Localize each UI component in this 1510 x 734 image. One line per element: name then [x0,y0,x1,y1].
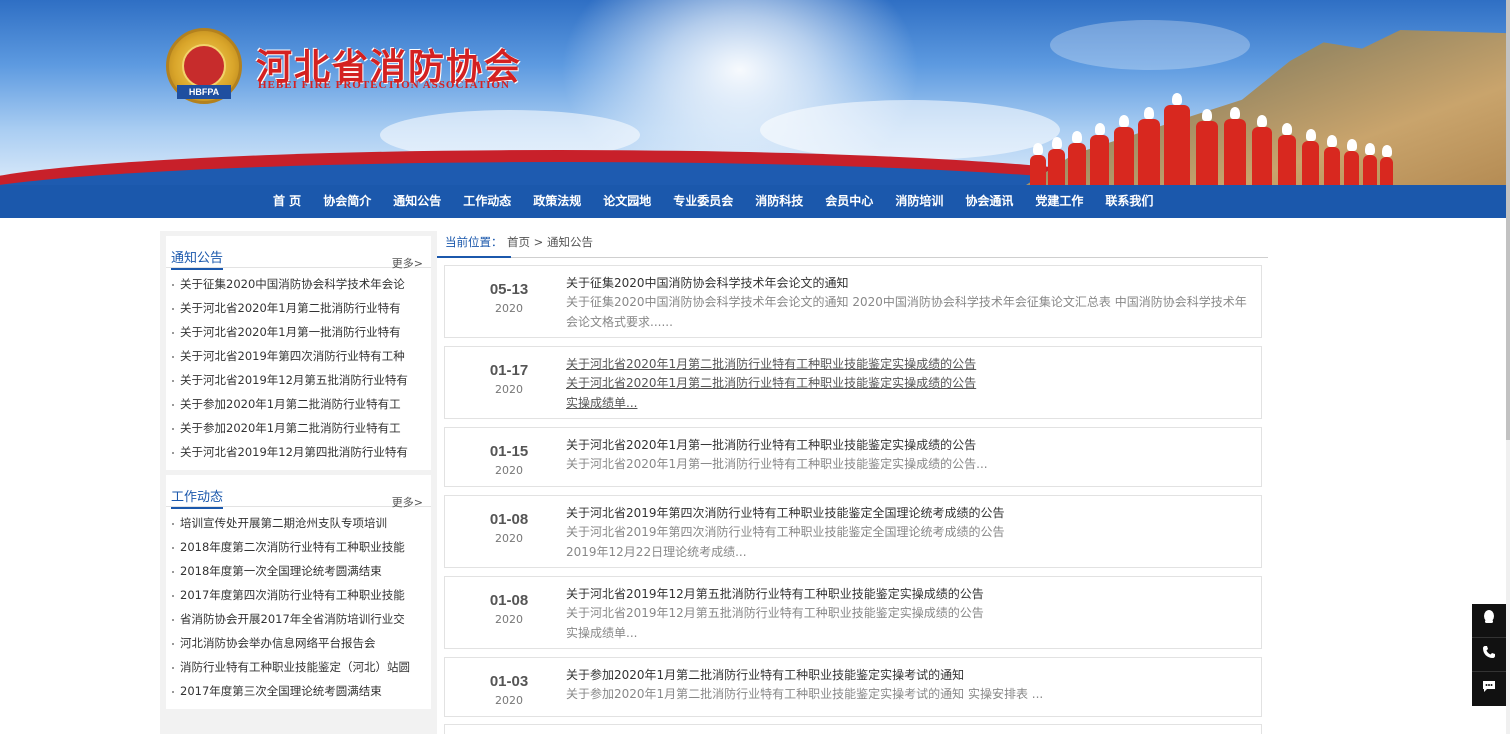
list-item[interactable]: 关于河北省2019年12月第四批消防行业特有 [166,440,431,464]
emblem-ribbon: HBFPA [177,85,231,99]
notice-list-item[interactable]: 01-03 2020 关于参加2020年1月第二批消防行业特有工种职业技能鉴定实… [444,657,1262,717]
sidebar: 通知公告 更多> 关于征集2020中国消防协会科学技术年会论 关于河北省2020… [160,231,437,734]
work-box-header: 工作动态 更多> [166,475,431,510]
nav-item-home[interactable]: 首 页 [262,185,312,218]
qq-icon[interactable] [1472,604,1506,638]
item-title[interactable]: 关于河北省2019年第四次消防行业特有工种职业技能鉴定全国理论统考成绩的公告 [566,504,1016,522]
list-item[interactable]: 2017年度第四次消防行业特有工种职业技能 [166,583,431,607]
notice-list-item[interactable]: 05-13 2020 关于征集2020中国消防协会科学技术年会论文的通知 关于征… [444,265,1262,338]
item-date-md: 01-03 [489,673,529,690]
chat-icon[interactable] [1472,672,1506,706]
cloud [760,100,1060,160]
item-title[interactable]: 关于河北省2019年12月第五批消防行业特有工种职业技能鉴定实操成绩的公告 [566,585,996,603]
item-date-md: 01-17 [489,362,529,379]
breadcrumb-label: 当前位置： [437,232,511,258]
item-date: 01-17 2020 [445,347,573,418]
notice-list-item[interactable]: 01-17 2020 关于河北省2020年1月第二批消防行业特有工种职业技能鉴定… [444,346,1262,419]
site-subtitle: HEBEI FIRE PROTECTION ASSOCIATION [258,79,510,91]
association-emblem[interactable]: HBFPA [166,28,242,104]
item-title[interactable]: 关于河北省2020年1月第一批消防行业特有工种职业技能鉴定实操成绩的公告 [566,436,1258,454]
item-date: 05-13 2020 [445,266,573,337]
item-date-md: 01-08 [489,511,529,528]
nav-item-contact[interactable]: 联系我们 [1094,185,1164,218]
item-date-md: 05-13 [489,281,529,298]
notice-box-header: 通知公告 更多> [166,236,431,271]
list-item[interactable]: 培训宣传处开展第二期沧州支队专项培训 [166,511,431,535]
item-date-md: 01-15 [489,443,529,460]
notice-list-item[interactable]: 01-08 2020 关于河北省2019年12月第五批消防行业特有工种职业技能鉴… [444,576,1262,649]
work-box-title: 工作动态 [171,486,224,509]
item-title[interactable]: 关于征集2020中国消防协会科学技术年会论文的通知 [566,274,1258,292]
list-item[interactable]: 关于参加2020年1月第二批消防行业特有工 [166,392,431,416]
page-scrollbar[interactable] [1506,0,1510,734]
item-date-year: 2020 [495,613,523,626]
phone-icon[interactable] [1472,638,1506,672]
work-more-link[interactable]: 更多> [392,494,423,510]
nav-item-training[interactable]: 消防培训 [884,185,954,218]
scrollbar-thumb[interactable] [1506,0,1510,440]
item-date-md: 01-08 [489,592,529,609]
list-item[interactable]: 关于征集2020中国消防协会科学技术年会论 [166,272,431,296]
list-item[interactable]: 关于河北省2020年1月第一批消防行业特有 [166,320,431,344]
item-title[interactable]: 关于参加2020年1月第二批消防行业特有工种职业技能鉴定实操考试的通知 [566,666,1258,684]
breadcrumb: 当前位置： 首页 > 通知公告 [437,232,1268,258]
item-date-year: 2020 [495,302,523,315]
item-date-year: 2020 [495,532,523,545]
list-item[interactable]: 关于河北省2019年12月第五批消防行业特有 [166,368,431,392]
item-desc: 关于河北省2019年第四次消防行业特有工种职业技能鉴定全国理论统考成绩的公告 2… [566,525,1005,559]
nav-item-committee[interactable]: 专业委员会 [662,185,744,218]
notice-list-item[interactable]: 01-08 2020 关于河北省2019年第四次消防行业特有工种职业技能鉴定全国… [444,495,1262,568]
work-box: 工作动态 更多> 培训宣传处开展第二期沧州支队专项培训 2018年度第二次消防行… [166,475,431,709]
nav-item-about[interactable]: 协会简介 [312,185,382,218]
item-date-year: 2020 [495,383,523,396]
item-desc: 关于参加2020年1月第二批消防行业特有工种职业技能鉴定实操考试的通知 实操安排… [566,687,1044,701]
notice-list-item-partial[interactable] [444,724,1262,734]
item-desc: 关于河北省2019年12月第五批消防行业特有工种职业技能鉴定实操成绩的公告 实操… [566,606,984,640]
item-desc: 关于征集2020中国消防协会科学技术年会论文的通知 2020中国消防协会科学技术… [566,295,1247,329]
notice-box-title: 通知公告 [171,247,224,270]
floating-contact-widget [1472,604,1506,706]
item-date-year: 2020 [495,694,523,707]
header-banner: HBFPA 河北省消防协会 HEBEI FIRE PROTECTION ASSO… [0,0,1506,185]
main-nav: 首 页 协会简介 通知公告 工作动态 政策法规 论文园地 专业委员会 消防科技 … [0,185,1506,218]
item-desc: 关于河北省2020年1月第二批消防行业特有工种职业技能鉴定实操成绩的公告 实操成… [566,376,977,410]
list-item[interactable]: 2018年度第一次全国理论统考圆满结束 [166,559,431,583]
nav-item-notice[interactable]: 通知公告 [382,185,452,218]
notice-more-link[interactable]: 更多> [392,255,423,271]
nav-item-papers[interactable]: 论文园地 [592,185,662,218]
list-item[interactable]: 2018年度第二次消防行业特有工种职业技能 [166,535,431,559]
list-item[interactable]: 关于参加2020年1月第二批消防行业特有工 [166,416,431,440]
cloud [1050,20,1250,70]
item-date-year: 2020 [495,464,523,477]
notice-box: 通知公告 更多> 关于征集2020中国消防协会科学技术年会论 关于河北省2020… [166,236,431,470]
firefighters-image [1030,85,1400,185]
emblem-center [182,44,226,88]
nav-item-newsletter[interactable]: 协会通讯 [954,185,1024,218]
item-date: 01-08 2020 [445,577,573,648]
breadcrumb-path[interactable]: 首页 > 通知公告 [507,232,593,252]
nav-item-members[interactable]: 会员中心 [814,185,884,218]
list-item[interactable]: 河北消防协会举办信息网络平台报告会 [166,631,431,655]
list-item[interactable]: 关于河北省2019年第四次消防行业特有工种 [166,344,431,368]
list-item[interactable]: 消防行业特有工种职业技能鉴定（河北）站圆 [166,655,431,679]
nav-item-policy[interactable]: 政策法规 [522,185,592,218]
nav-item-tech[interactable]: 消防科技 [744,185,814,218]
item-date: 01-08 2020 [445,496,573,567]
item-date: 01-15 2020 [445,428,573,486]
notice-list-item[interactable]: 01-15 2020 关于河北省2020年1月第一批消防行业特有工种职业技能鉴定… [444,427,1262,487]
list-item[interactable]: 关于河北省2020年1月第二批消防行业特有 [166,296,431,320]
nav-item-work[interactable]: 工作动态 [452,185,522,218]
nav-item-party[interactable]: 党建工作 [1024,185,1094,218]
item-title[interactable]: 关于河北省2020年1月第二批消防行业特有工种职业技能鉴定实操成绩的公告 [566,355,986,373]
item-date: 01-03 2020 [445,658,573,716]
list-item[interactable]: 省消防协会开展2017年全省消防培训行业交 [166,607,431,631]
list-item[interactable]: 2017年度第三次全国理论统考圆满结束 [166,679,431,703]
item-desc: 关于河北省2020年1月第一批消防行业特有工种职业技能鉴定实操成绩的公告... [566,457,988,471]
